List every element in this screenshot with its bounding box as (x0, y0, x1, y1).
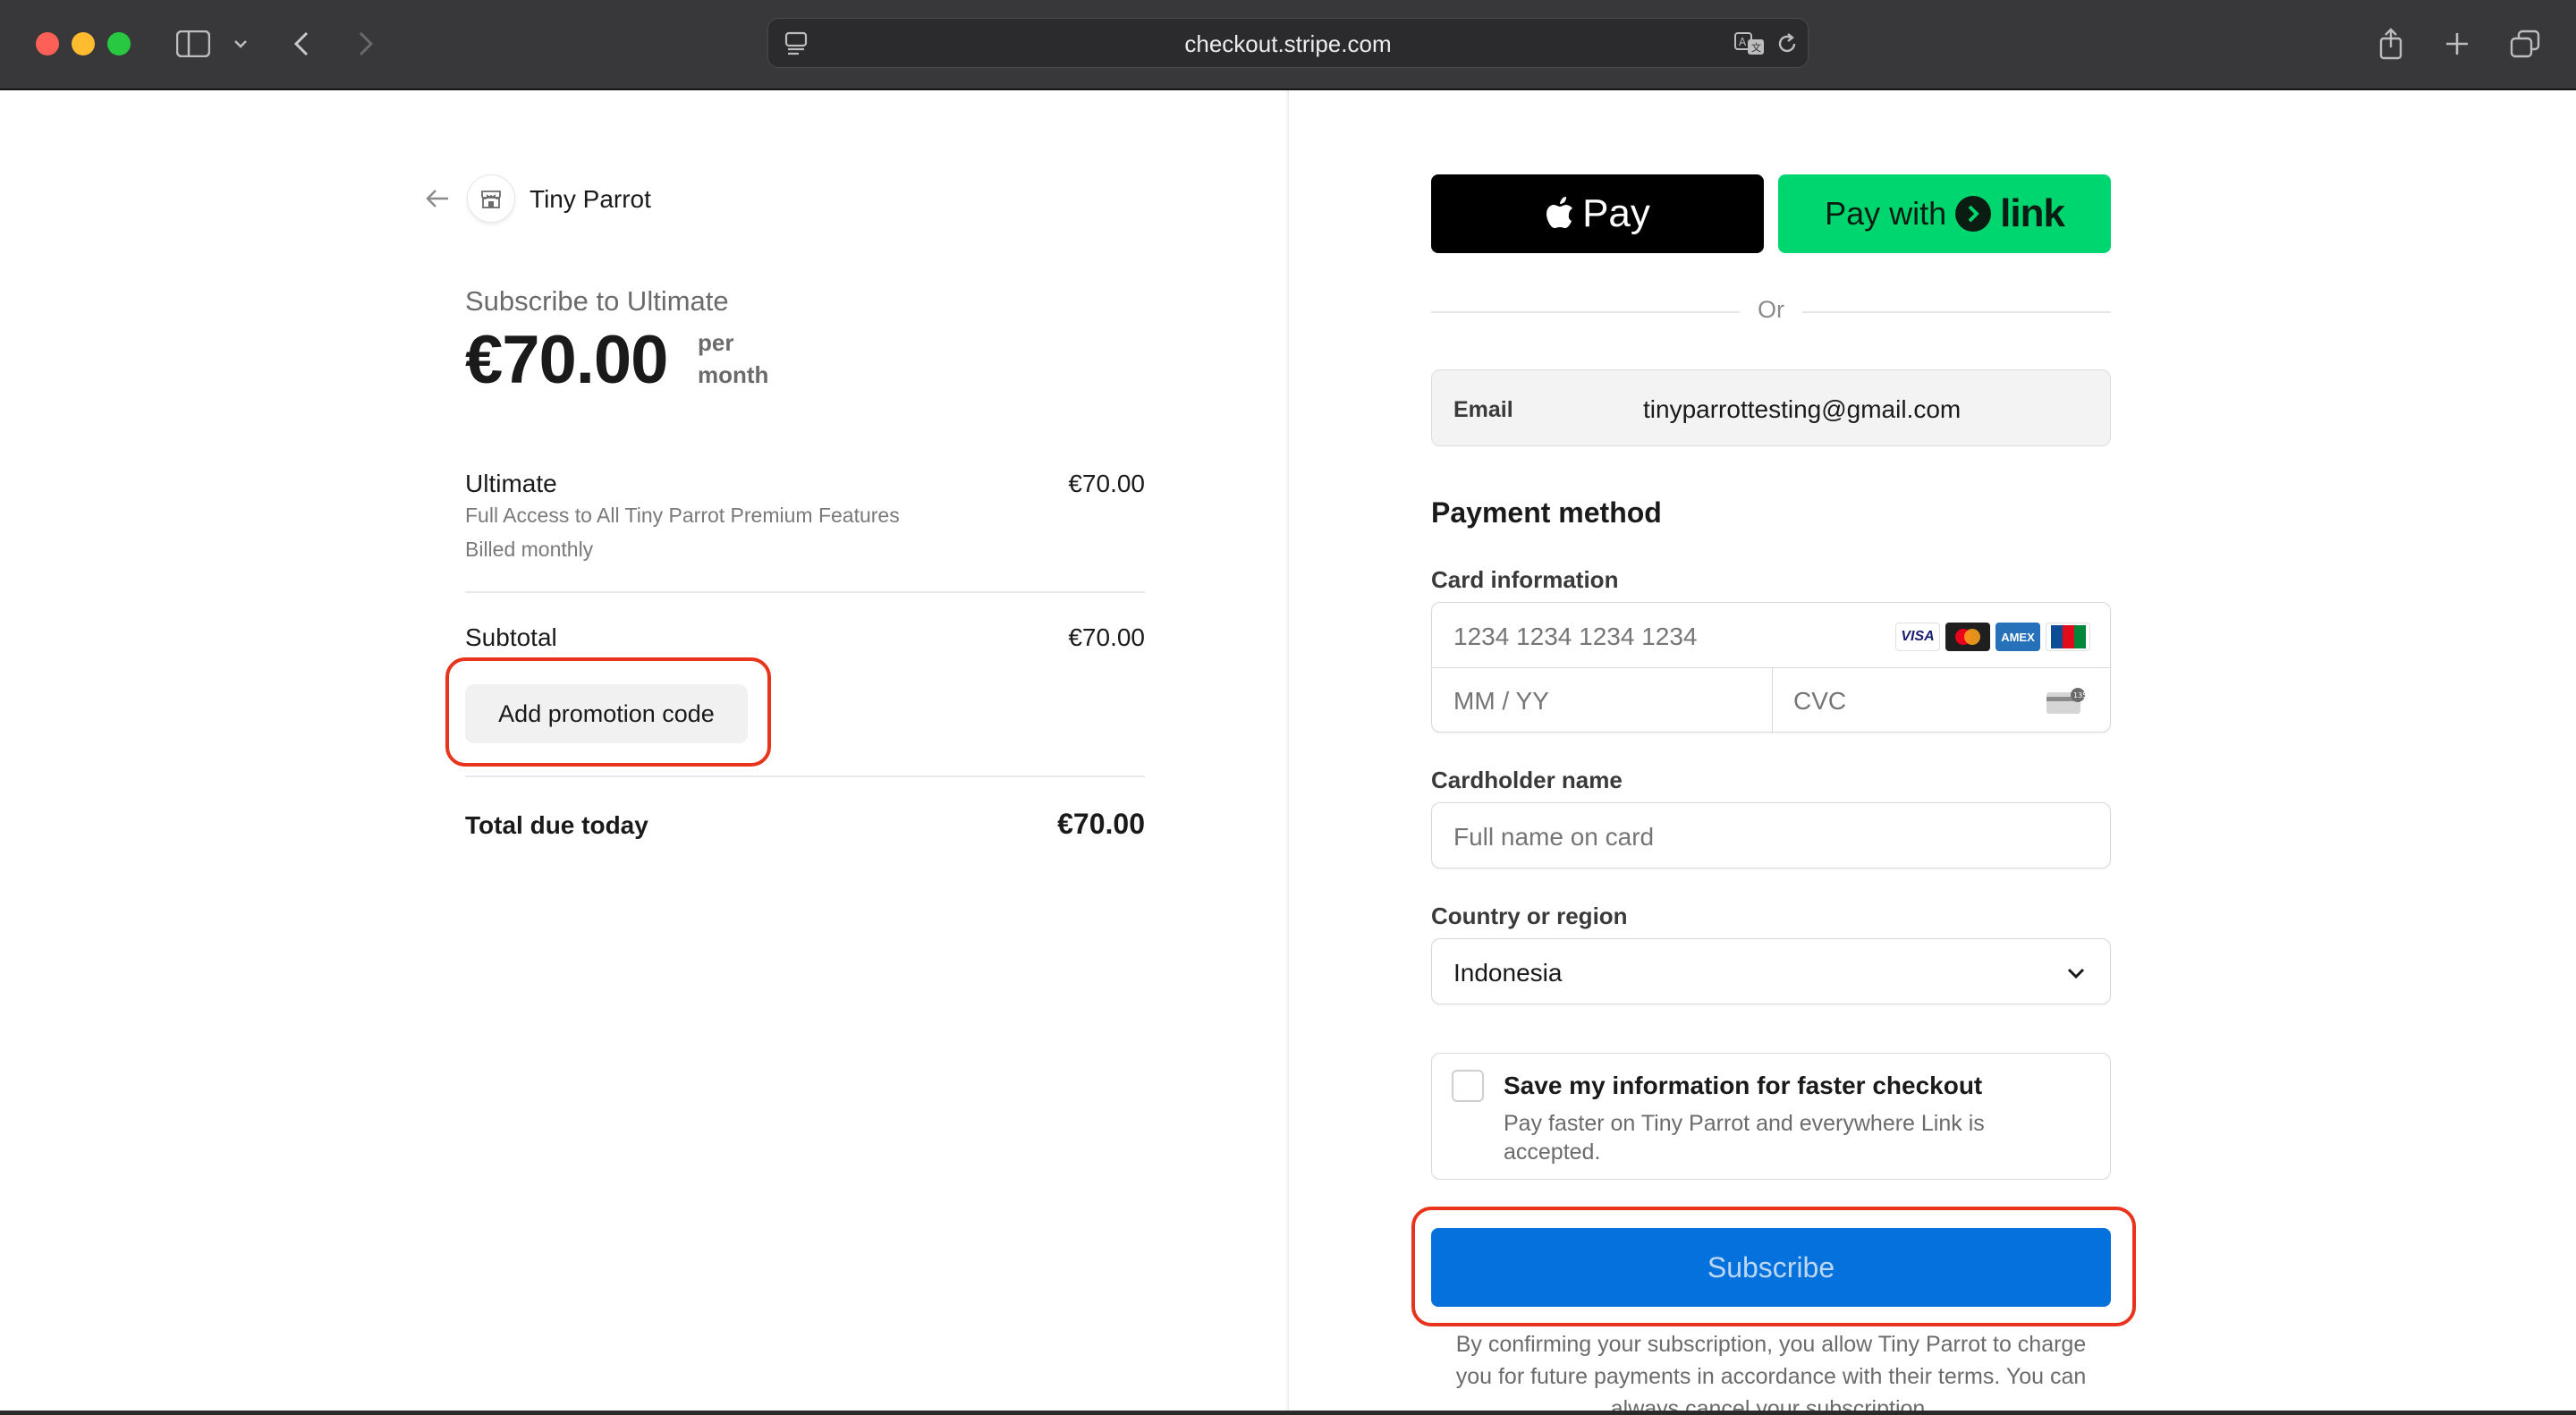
line-item-name: Ultimate (465, 470, 557, 497)
card-row-divider (1432, 667, 2110, 668)
save-info-description: Pay faster on Tiny Parrot and everywhere… (1504, 1111, 1985, 1165)
address-bar[interactable]: checkout.stripe.com A文 (767, 18, 1809, 68)
merchant-logo (467, 174, 515, 223)
forward-icon[interactable] (352, 25, 379, 63)
apple-pay-button[interactable]: Pay (1431, 174, 1764, 253)
chevron-down-icon[interactable] (231, 25, 250, 63)
jcb-icon (2046, 623, 2090, 651)
link-wordmark: link (2000, 191, 2065, 235)
url-text: checkout.stripe.com (1184, 30, 1392, 57)
chevron-down-icon (2063, 961, 2089, 986)
subtotal-value: €70.00 (1068, 623, 1145, 651)
close-window-button[interactable] (36, 32, 59, 55)
or-line-right (1802, 311, 2111, 313)
email-label: Email (1453, 397, 1513, 422)
svg-text:文: 文 (1751, 41, 1761, 54)
cardholder-name-field (1431, 802, 2111, 868)
zoom-window-button[interactable] (107, 32, 131, 55)
expiry-input[interactable] (1453, 687, 1740, 716)
visa-icon: VISA (1895, 623, 1940, 651)
tab-overview-icon[interactable] (2508, 25, 2542, 63)
svg-text:A: A (1739, 36, 1747, 48)
cardholder-name-input[interactable] (1453, 823, 2080, 852)
add-promotion-code-button[interactable]: Add promotion code (465, 684, 748, 743)
back-icon[interactable] (288, 25, 315, 63)
country-select[interactable]: Indonesia (1431, 938, 2111, 1004)
checkout-page: Tiny Parrot Subscribe to Ultimate €70.00… (0, 90, 2576, 1411)
divider (465, 591, 1145, 593)
payment-method-title: Payment method (1431, 496, 1662, 529)
total-due-value: €70.00 (1057, 808, 1145, 840)
billing-period: per month (698, 326, 768, 391)
share-icon[interactable] (2376, 25, 2406, 63)
merchant-name: Tiny Parrot (530, 185, 651, 213)
or-label: Or (1758, 296, 1784, 323)
country-value: Indonesia (1453, 959, 1563, 987)
subscribe-button[interactable]: Subscribe (1431, 1228, 2111, 1307)
total-due-label: Total due today (465, 811, 648, 839)
store-icon (481, 191, 501, 208)
email-value: tinyparrottesting@gmail.com (1643, 395, 1962, 423)
sidebar-toggle-icon[interactable] (174, 25, 213, 63)
email-field[interactable]: Email tinyparrottesting@gmail.com (1431, 369, 2111, 446)
svg-text:135: 135 (2073, 691, 2087, 699)
save-info-title: Save my information for faster checkout (1504, 1072, 1983, 1099)
new-tab-icon[interactable] (2442, 25, 2472, 63)
apple-logo-icon (1546, 197, 1573, 228)
link-prefix: Pay with (1825, 195, 1947, 232)
payment-panel (1288, 90, 2576, 1411)
subscription-price: €70.00 (465, 322, 668, 398)
reload-icon[interactable] (1774, 25, 1801, 63)
subtotal-label: Subtotal (465, 623, 557, 651)
save-info-box: Save my information for faster checkout … (1431, 1053, 2111, 1180)
browser-toolbar: checkout.stripe.com A文 (0, 0, 2576, 89)
billing-period-line1: per (698, 329, 734, 356)
line-item-description: Full Access to All Tiny Parrot Premium F… (465, 504, 900, 527)
line-item-billing: Billed monthly (465, 538, 594, 561)
link-arrow-icon (1955, 196, 1992, 232)
country-label: Country or region (1431, 902, 1628, 929)
cvc-card-icon: 135 (2046, 687, 2087, 716)
save-info-checkbox[interactable] (1452, 1070, 1484, 1102)
card-information-label: Card information (1431, 566, 1619, 593)
or-divider: Or (1431, 296, 2111, 328)
mastercard-icon (1945, 623, 1990, 651)
card-column-divider (1772, 667, 1773, 733)
window-bottom-edge (0, 1411, 2576, 1415)
divider (465, 775, 1145, 777)
minimize-window-button[interactable] (72, 32, 95, 55)
billing-period-line2: month (698, 361, 769, 388)
line-item-price: €70.00 (1068, 470, 1145, 497)
pay-with-link-button[interactable]: Pay with link (1778, 174, 2111, 253)
card-number-input[interactable] (1453, 623, 1883, 651)
back-arrow-icon[interactable] (422, 183, 453, 214)
apple-pay-label: Pay (1582, 191, 1650, 235)
cardholder-name-label: Cardholder name (1431, 767, 1623, 793)
legal-text: By confirming your subscription, you all… (1455, 1332, 2087, 1411)
cvc-input[interactable] (1793, 687, 2026, 716)
card-information-group: VISA AMEX 135 (1431, 602, 2111, 733)
amex-icon: AMEX (1996, 623, 2040, 651)
translate-icon[interactable]: A文 (1733, 25, 1768, 63)
subscription-title: Subscribe to Ultimate (465, 285, 729, 317)
